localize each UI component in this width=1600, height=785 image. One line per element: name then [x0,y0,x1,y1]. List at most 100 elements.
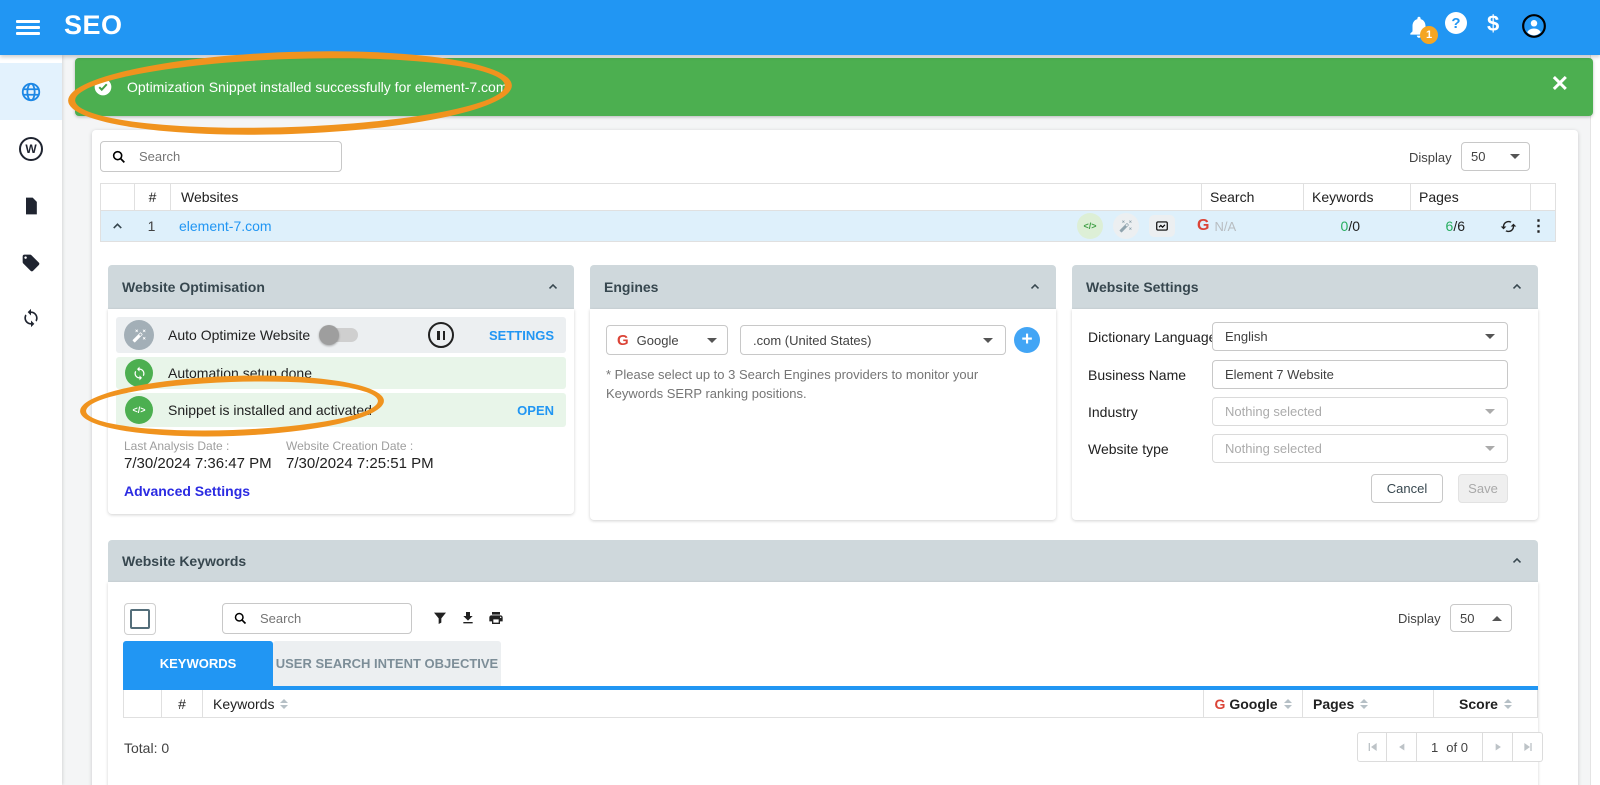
settings-link[interactable]: SETTINGS [489,328,554,343]
keywords-display-select[interactable]: 50 [1450,604,1512,632]
search-icon [111,149,127,165]
pagination-prev-button[interactable] [1387,732,1417,762]
filter-icon[interactable] [432,610,448,626]
pagination-last-button[interactable] [1513,732,1543,762]
sort-icon [1284,699,1292,709]
row-pages-cell: 6/6 [1380,211,1491,241]
keywords-search-input[interactable] [258,610,438,627]
save-button[interactable]: Save [1458,474,1508,503]
engine-provider-select[interactable]: G Google [606,325,728,355]
industry-select[interactable]: Nothing selected [1212,397,1508,426]
snippet-code-icon[interactable]: </> [1077,213,1103,239]
print-icon[interactable] [488,610,504,626]
select-all-checkbox[interactable] [124,603,156,635]
sidebar-item-automation[interactable] [0,289,62,346]
websites-display-label: Display [1409,150,1452,165]
sidebar-item-keywords[interactable] [0,234,62,291]
banner-message: Optimization Snippet installed successfu… [127,79,508,95]
total-label: Total: 0 [124,740,169,756]
engines-panel-header: Engines [590,265,1056,309]
engine-provider-value: Google [637,333,679,348]
snippet-code-icon: </> [125,396,153,424]
optimisation-panel-body: Auto Optimize Website SETTINGS Automatio… [108,309,574,514]
chevron-down-icon [1485,446,1495,451]
creation-date-label: Website Creation Date : [286,439,413,453]
kebab-menu-icon[interactable]: ⋮ [1531,216,1547,236]
websites-display-select[interactable]: 50 [1461,142,1530,171]
dictionary-language-value: English [1225,329,1268,344]
business-name-input[interactable] [1213,367,1507,382]
banner-close-icon[interactable]: ✕ [1551,73,1569,95]
globe-icon [20,81,42,103]
hamburger-menu-icon[interactable] [16,17,40,37]
google-icon: G [1214,696,1225,712]
engines-panel-body: G Google .com (United States) + * Please… [590,309,1056,520]
kw-col-keywords[interactable]: Keywords [203,690,1204,717]
sidebar-item-pages[interactable] [0,177,62,234]
kw-col-keywords-label: Keywords [213,696,274,712]
sync-icon [21,308,41,328]
pages-total: /6 [1453,218,1465,234]
collapse-chevron-icon[interactable] [1028,280,1042,294]
chevron-down-icon [983,338,993,343]
app-root: SEO 1 ? $ W Optimization Snippet install… [0,0,1600,785]
engines-title: Engines [604,279,658,295]
website-type-select[interactable]: Nothing selected [1212,434,1508,463]
download-icon[interactable] [460,610,476,626]
pagination-next-button[interactable] [1483,732,1513,762]
refresh-icon[interactable] [1500,218,1517,235]
report-image-icon[interactable] [1149,215,1175,237]
keywords-display-label: Display [1398,611,1441,626]
sort-icon [1360,699,1368,709]
kw-col-score[interactable]: Score [1434,690,1537,717]
keywords-display-value: 50 [1460,611,1474,626]
industry-label: Industry [1088,404,1138,420]
scrollbar[interactable] [1590,55,1600,785]
advanced-settings-link[interactable]: Advanced Settings [124,483,250,499]
engine-region-select[interactable]: .com (United States) [740,325,1006,355]
collapse-chevron-icon[interactable] [1510,554,1524,568]
collapse-chevron-icon[interactable] [546,280,560,294]
tab-user-search-intent[interactable]: USER SEARCH INTENT OBJECTIVE [273,641,501,686]
kw-col-pages-label: Pages [1313,696,1354,712]
top-app-bar: SEO 1 ? $ [0,0,1600,55]
help-icon[interactable]: ? [1445,12,1467,34]
row-keywords-cell: 0/0 [1282,211,1380,241]
open-link[interactable]: OPEN [517,403,554,418]
auto-optimize-toggle[interactable] [322,328,358,342]
chevron-down-icon [1485,334,1495,339]
industry-value: Nothing selected [1225,404,1322,419]
keywords-table-header: # Keywords G Google Pages Score [123,690,1538,718]
row-collapse-button[interactable] [101,211,134,241]
checkbox-box [130,609,150,629]
engine-region-value: .com (United States) [753,333,872,348]
collapse-chevron-icon[interactable] [1510,280,1524,294]
sidebar: W [0,55,62,785]
col-pages: Pages [1411,184,1531,210]
kw-col-pages[interactable]: Pages [1303,690,1434,717]
sidebar-item-websites[interactable] [0,63,62,120]
website-link[interactable]: element-7.com [179,218,272,234]
billing-dollar-icon[interactable]: $ [1487,11,1499,37]
chevron-down-icon [1485,409,1495,414]
dictionary-language-select[interactable]: English [1212,322,1508,351]
sidebar-item-wordpress[interactable]: W [0,120,62,177]
account-icon[interactable] [1521,13,1547,39]
kw-col-num: # [162,690,203,717]
websites-search-input[interactable] [137,148,331,165]
chevron-up-icon [1492,616,1502,621]
snippet-status-label: Snippet is installed and activated [168,402,372,418]
pages-current: 6 [1446,218,1454,234]
pagination-first-button[interactable] [1357,732,1387,762]
success-check-icon [93,77,113,97]
tab-keywords[interactable]: KEYWORDS [123,641,273,686]
cancel-button[interactable]: Cancel [1371,474,1443,503]
sort-icon [1504,699,1512,709]
kw-col-google[interactable]: G Google [1204,690,1303,717]
auto-optimize-icon[interactable] [1113,213,1139,239]
pause-icon[interactable] [428,322,454,348]
auto-optimize-icon [124,320,154,350]
sort-icon [280,699,288,709]
automation-sync-icon [125,359,153,387]
add-engine-button[interactable]: + [1014,327,1040,353]
